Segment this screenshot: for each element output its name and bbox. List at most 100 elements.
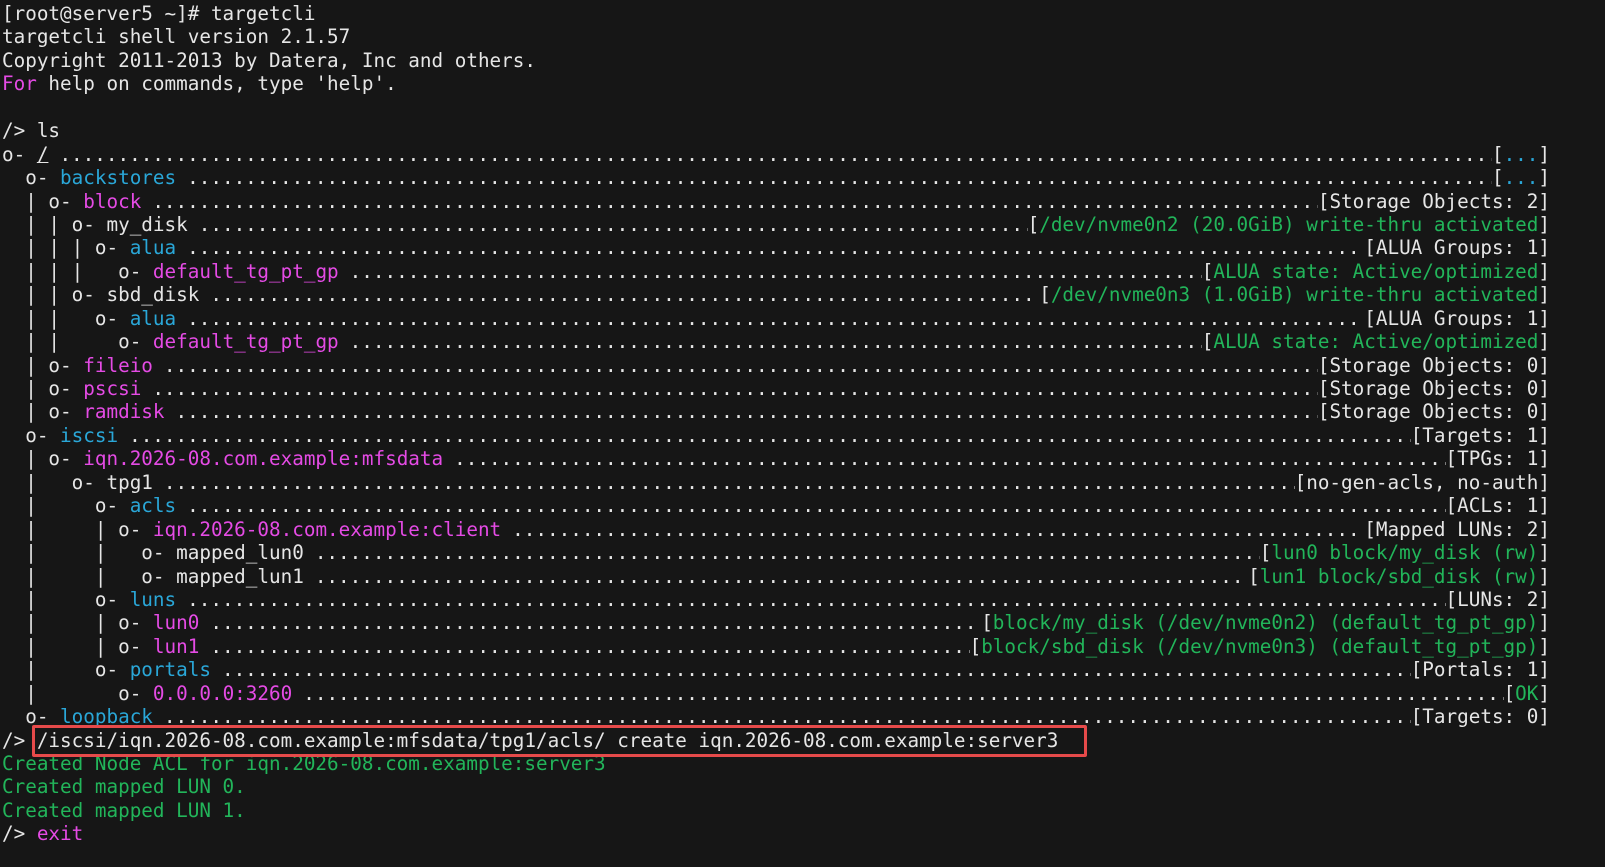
status-text: OK xyxy=(1515,681,1539,705)
terminal-window[interactable]: [root@server5 ~]# targetcli targetcli she… xyxy=(0,0,1605,867)
status-bracket-close: ] xyxy=(1538,681,1550,705)
status-bracket-open: [ xyxy=(1445,494,1458,518)
tree-node-status: [TPGs: 1] xyxy=(1446,447,1550,470)
status-bracket-close: ] xyxy=(1538,259,1550,283)
status-bracket-close: ] xyxy=(1538,564,1550,588)
header-line: /> ls xyxy=(0,119,1605,142)
status-bracket-close: ] xyxy=(1538,705,1550,729)
tree-node-name: mapped_lun1 xyxy=(176,564,304,588)
tree-node-name: tpg1 xyxy=(106,470,153,494)
tree-branch-prefix: o- xyxy=(2,423,61,447)
dot-leader xyxy=(443,447,1445,470)
tree-branch-prefix: | | o- xyxy=(2,306,130,330)
status-text: Targets: 0 xyxy=(1422,705,1539,729)
tree-node-name: iscsi xyxy=(60,423,119,447)
status-bracket-open: [ xyxy=(1364,306,1376,330)
tree-row: | o- tpg1 [no-gen-acls, no-auth] xyxy=(0,471,1605,494)
header-text: targetcli shell version 2.1.57 xyxy=(2,25,351,49)
tree-node-status: [Storage Objects: 2] xyxy=(1318,190,1550,213)
tree-node-status: [no-gen-acls, no-auth] xyxy=(1295,471,1550,494)
tree-branch-prefix: | o- xyxy=(2,470,107,494)
status-text: no-gen-acls, no-auth xyxy=(1306,470,1539,494)
status-bracket-open: [ xyxy=(1364,236,1376,260)
tree-node-status: [Storage Objects: 0] xyxy=(1318,354,1550,377)
tree-branch-prefix: | o- xyxy=(2,189,84,213)
status-bracket-open: [ xyxy=(1248,564,1260,588)
tree-node-name: ramdisk xyxy=(83,400,165,424)
status-bracket-open: [ xyxy=(1039,283,1051,307)
status-text: ALUA Groups: 1 xyxy=(1375,306,1539,330)
tree-row: o- iscsi [Targets: 1] xyxy=(0,424,1605,447)
tree-node-status: [lun1 block/sbd_disk (rw)] xyxy=(1248,565,1550,588)
header-line: [root@server5 ~]# targetcli xyxy=(0,2,1605,25)
status-bracket-open: [ xyxy=(1294,470,1307,494)
status-bracket-close: ] xyxy=(1538,634,1550,658)
tree-node-name: lun0 xyxy=(152,611,200,635)
tree-node-name: acls xyxy=(129,494,177,518)
tree-node-name: pscsi xyxy=(83,377,142,400)
tree-node-name: lun1 xyxy=(152,634,200,658)
tree-node-name: fileio xyxy=(83,353,153,377)
tree-node-name: iqn.2026-08.com.example:client xyxy=(152,517,502,541)
tree-branch-prefix: | | o- xyxy=(2,564,177,588)
status-bracket-close: ] xyxy=(1538,658,1550,682)
status-text: lun0 block/my_disk (rw) xyxy=(1271,541,1539,565)
status-text: /dev/nvme0n2 (20.0GiB) write-thru activa… xyxy=(1039,212,1539,236)
dot-leader xyxy=(153,705,1411,728)
status-bracket-close: ] xyxy=(1538,400,1550,424)
output-line: Created mapped LUN 0. xyxy=(0,775,1605,798)
status-bracket-open: [ xyxy=(1317,377,1330,400)
status-bracket-close: ] xyxy=(1538,236,1550,260)
status-bracket-close: ] xyxy=(1538,142,1550,166)
status-bracket-close: ] xyxy=(1538,470,1550,494)
dot-leader xyxy=(199,283,1039,306)
tree-row: | | o- iqn.2026-08.com.example:client [Ma… xyxy=(0,518,1605,541)
tree-branch-prefix: | | o- xyxy=(2,634,153,658)
dot-leader xyxy=(211,658,1411,681)
tree-branch-prefix: o- xyxy=(2,142,37,166)
dot-leader xyxy=(176,307,1364,330)
dot-leader xyxy=(188,213,1028,236)
status-text: ... xyxy=(1503,166,1539,190)
tree-node-status: [block/my_disk (/dev/nvme0n2) (default_t… xyxy=(981,611,1550,634)
tree-row: | | o- my_disk [/dev/nvme0n2 (20.0GiB) wr… xyxy=(0,213,1605,236)
dot-leader xyxy=(176,236,1364,259)
status-bracket-open: [ xyxy=(1445,447,1458,471)
tree-branch-prefix: | | o- xyxy=(2,611,153,635)
status-text: Storage Objects: 0 xyxy=(1329,400,1539,424)
status-bracket-close: ] xyxy=(1538,189,1550,213)
dot-leader xyxy=(141,377,1318,400)
status-text: block/my_disk (/dev/nvme0n2) (default_tg… xyxy=(992,611,1539,635)
status-bracket-close: ] xyxy=(1538,494,1550,518)
output-text: Created Node ACL for iqn.2026-08.com.exa… xyxy=(2,752,606,775)
status-bracket-open: [ xyxy=(1410,705,1423,729)
tree-row: | | o- mapped_lun0 [lun0 block/my_disk (r… xyxy=(0,541,1605,564)
tree-node-name: default_tg_pt_gp xyxy=(152,259,339,283)
tree-node-name: iqn.2026-08.com.example:mfsdata xyxy=(83,447,444,471)
exit-command-text: exit xyxy=(36,822,84,846)
tree-branch-prefix: o- xyxy=(2,166,61,190)
tree-branch-prefix: | o- xyxy=(2,587,130,611)
status-bracket-close: ] xyxy=(1538,611,1550,635)
create-command-text: /iscsi/iqn.2026-08.com.example:mfsdata/t… xyxy=(36,728,1059,752)
tree-branch-prefix: | | | o- xyxy=(2,236,130,260)
tree-row: | | | o- default_tg_pt_gp [ALUA state: Ac… xyxy=(0,260,1605,283)
tree-row: | | o- default_tg_pt_gp [ALUA state: Acti… xyxy=(0,330,1605,353)
dot-leader xyxy=(292,682,1503,705)
status-text: Storage Objects: 2 xyxy=(1329,189,1539,213)
tree-node-name: alua xyxy=(129,236,177,260)
status-text: ALUA Groups: 1 xyxy=(1375,236,1539,260)
exit-command-line[interactable]: /> exit xyxy=(0,822,1605,845)
tree-node-name: sbd_disk xyxy=(106,283,200,307)
status-text: /dev/nvme0n3 (1.0GiB) write-thru activat… xyxy=(1050,283,1539,307)
tree-node-name: mapped_lun0 xyxy=(176,541,304,565)
header-text: Copyright 2011-2013 by Datera, Inc and o… xyxy=(2,48,536,72)
tree-branch-prefix: | o- xyxy=(2,400,84,424)
tree-row: | o- block [Storage Objects: 2] xyxy=(0,190,1605,213)
status-text: block/sbd_disk (/dev/nvme0n3) (default_t… xyxy=(981,634,1539,658)
tree-branch-prefix: | | o- xyxy=(2,517,153,541)
tree-node-status: [ALUA Groups: 1] xyxy=(1364,236,1550,259)
dot-leader xyxy=(176,494,1445,517)
status-bracket-open: [ xyxy=(1317,353,1330,377)
status-text: Storage Objects: 0 xyxy=(1329,377,1539,400)
